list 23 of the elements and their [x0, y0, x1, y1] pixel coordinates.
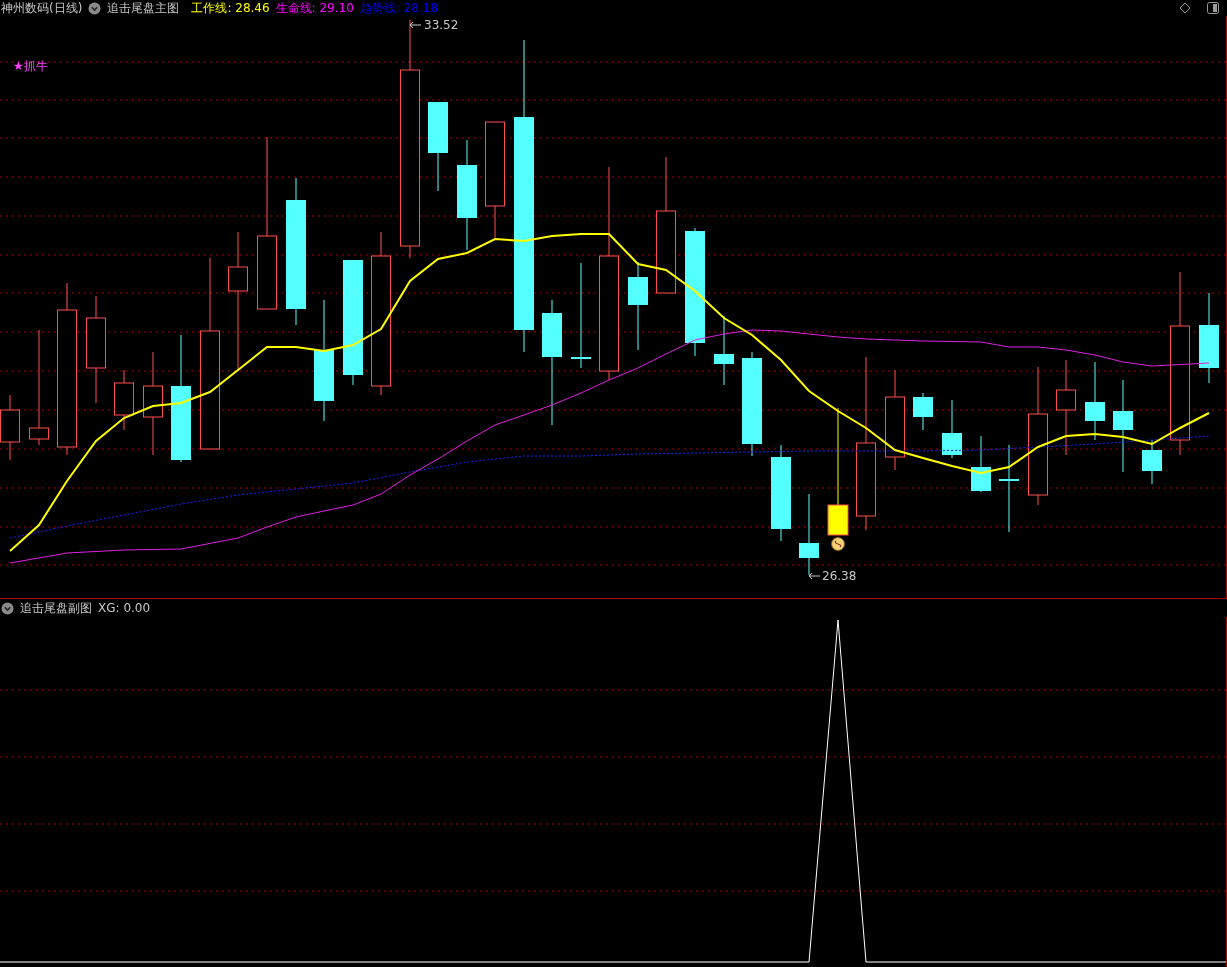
legend-value: 趋势线: 28.18	[359, 2, 439, 14]
legend-value: 工作线: 28.46	[191, 2, 270, 14]
candlestick	[913, 392, 933, 431]
price-label: 33.52	[424, 19, 459, 31]
price-label: 26.38	[822, 570, 857, 582]
indicator-name: 追击尾盘主图	[107, 2, 180, 14]
money-bag-icon	[831, 537, 845, 551]
panel-toggle-icon[interactable]	[1207, 2, 1219, 14]
candlestick	[1142, 439, 1162, 485]
candlestick	[714, 315, 734, 386]
signal-label: ★抓牛	[13, 60, 48, 72]
chevron-down-icon[interactable]	[1, 601, 14, 615]
candlestick	[114, 369, 134, 431]
candlestick	[971, 435, 991, 493]
arrow-icon	[808, 572, 821, 580]
arrow-icon	[409, 21, 422, 29]
legend-value: 生命线: 29.10	[275, 2, 354, 14]
diamond-icon[interactable]	[1179, 2, 1191, 14]
indicator-name: 追击尾盘副图	[20, 602, 92, 614]
chevron-down-icon[interactable]	[88, 1, 102, 15]
candlestick	[942, 399, 962, 459]
stock-title: 神州数码(日线)	[1, 2, 83, 14]
indicator-reading: XG: 0.00	[98, 602, 151, 614]
